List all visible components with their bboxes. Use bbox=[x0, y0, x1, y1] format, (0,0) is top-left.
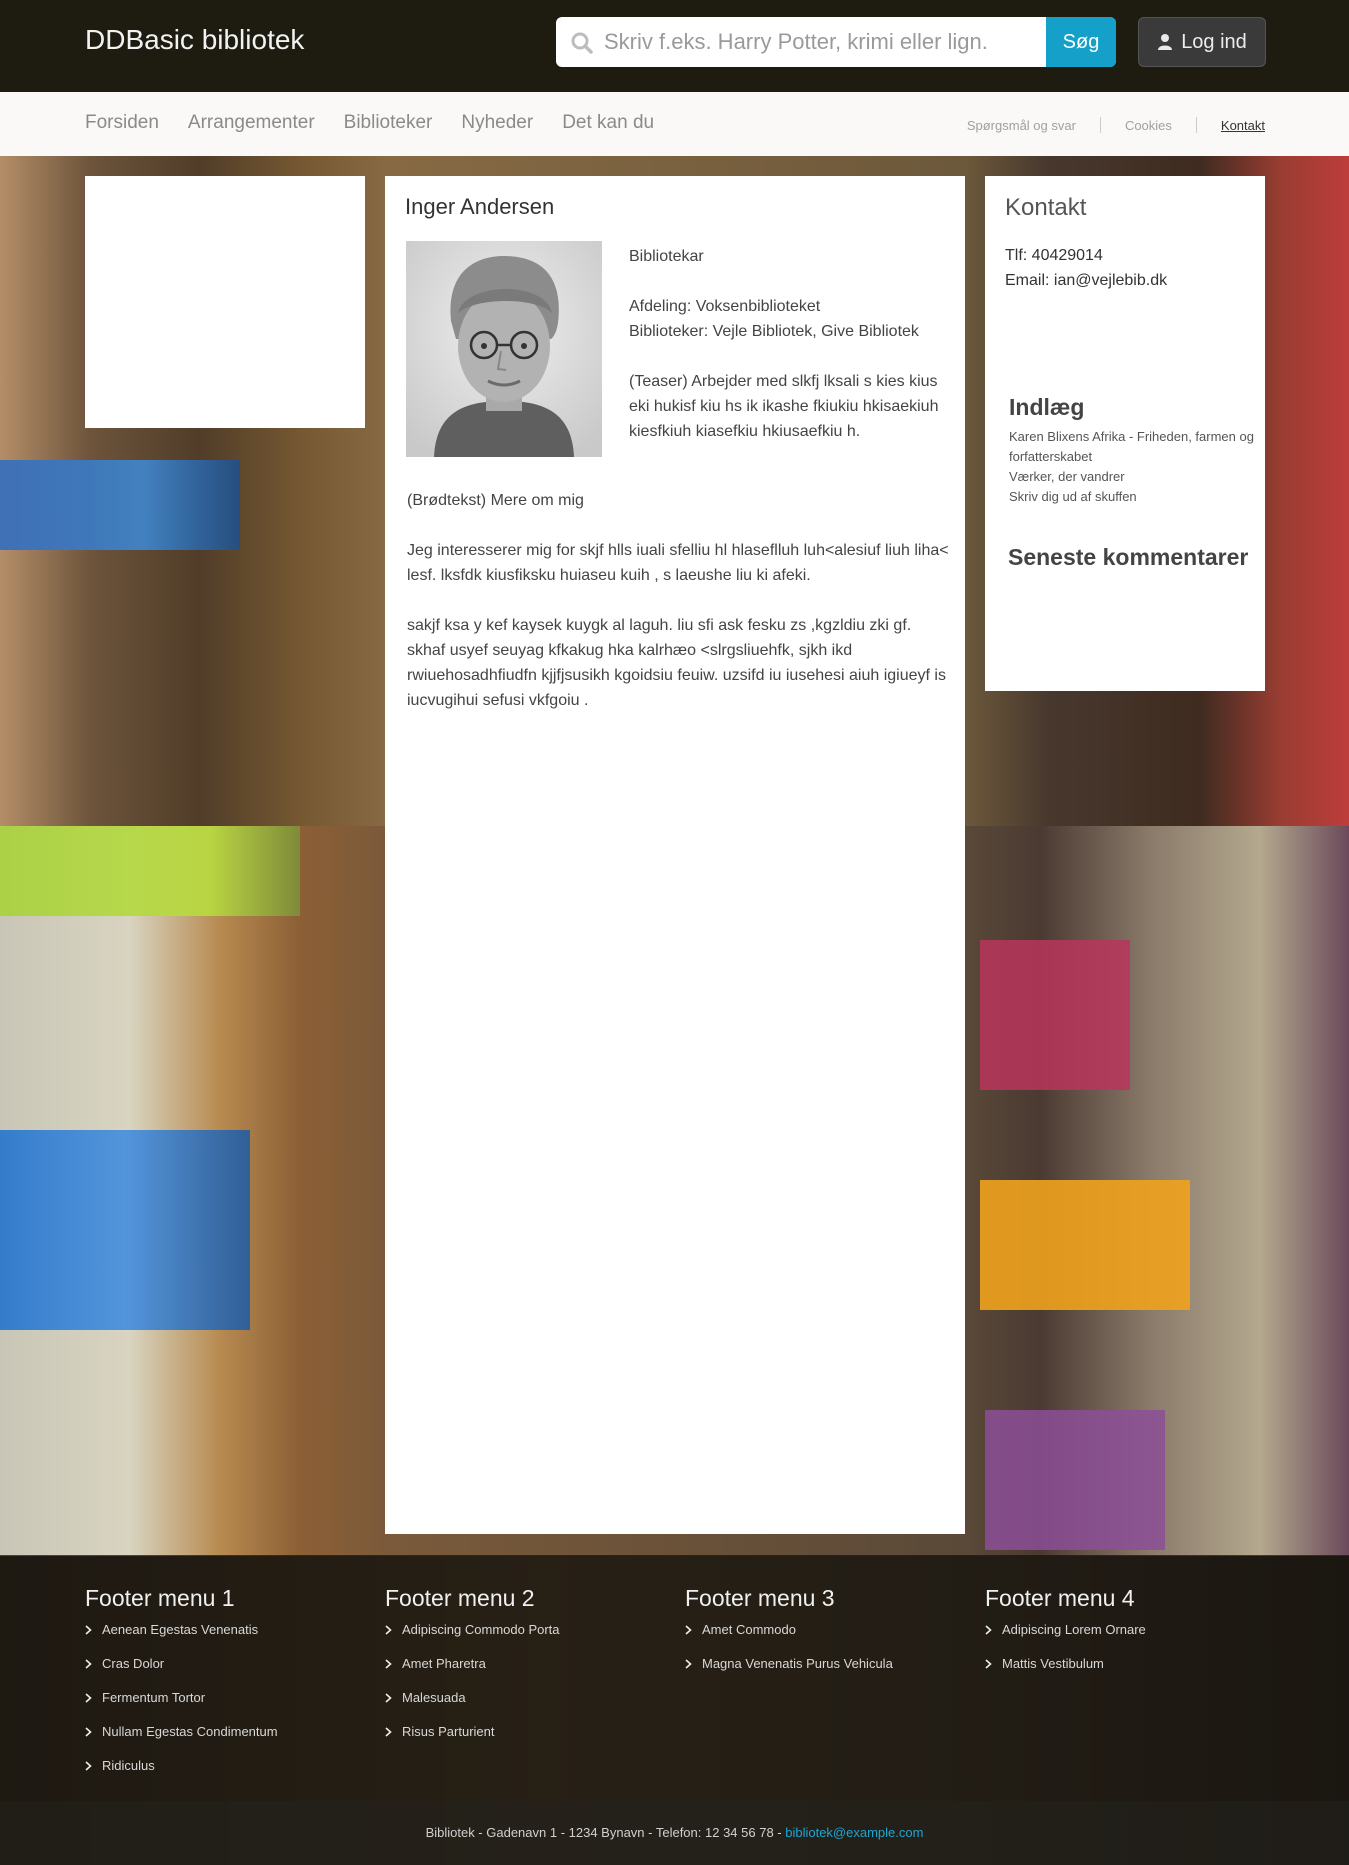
left-sidebar-panel bbox=[85, 176, 365, 428]
main-menu: Forsiden Arrangementer Biblioteker Nyhed… bbox=[85, 112, 654, 134]
user-icon bbox=[1158, 34, 1173, 50]
body-paragraph: Jeg interesserer mig for skjf hlls iuali… bbox=[407, 542, 949, 584]
util-link-faq[interactable]: Spørgsmål og svar bbox=[967, 118, 1076, 133]
footer-menu-1: Footer menu 1 Aenean Egestas Venenatis C… bbox=[85, 1585, 365, 1792]
top-header: DDBasic bibliotek Søg Log ind bbox=[0, 0, 1349, 92]
footer-link[interactable]: Malesuada bbox=[385, 1690, 665, 1724]
chevron-right-icon bbox=[385, 1693, 392, 1703]
phone-number: Tlf: 40429014 bbox=[1005, 247, 1103, 264]
footer-link[interactable]: Nullam Egestas Condimentum bbox=[85, 1724, 365, 1758]
footer-menu-2: Footer menu 2 Adipiscing Commodo Porta A… bbox=[385, 1585, 665, 1758]
footer-menu-3: Footer menu 3 Amet Commodo Magna Venenat… bbox=[685, 1585, 965, 1690]
footer-menu-title: Footer menu 1 bbox=[85, 1585, 235, 1611]
chevron-right-icon bbox=[685, 1659, 692, 1669]
util-link-kontakt[interactable]: Kontakt bbox=[1221, 118, 1265, 133]
nav-item-forsiden[interactable]: Forsiden bbox=[85, 112, 159, 134]
footer-link[interactable]: Risus Parturient bbox=[385, 1724, 665, 1758]
footer-menu-title: Footer menu 2 bbox=[385, 1585, 535, 1611]
footer-link[interactable]: Fermentum Tortor bbox=[85, 1690, 365, 1724]
chevron-right-icon bbox=[385, 1659, 392, 1669]
footer-link[interactable]: Mattis Vestibulum bbox=[985, 1656, 1265, 1690]
search-button[interactable]: Søg bbox=[1046, 17, 1116, 67]
footer-link[interactable]: Aenean Egestas Venenatis bbox=[85, 1622, 365, 1656]
main-content: Inger Andersen Bibliotekar Afdeling: Vok… bbox=[385, 176, 965, 1534]
footer-link[interactable]: Amet Pharetra bbox=[385, 1656, 665, 1690]
footer-menu-title: Footer menu 3 bbox=[685, 1585, 835, 1611]
chevron-right-icon bbox=[985, 1625, 992, 1635]
post-link[interactable]: Karen Blixens Afrika - Friheden, farmen … bbox=[1009, 427, 1254, 467]
footer-address: Bibliotek - Gadenavn 1 - 1234 Bynavn - T… bbox=[425, 1825, 786, 1840]
footer-menu-4: Footer menu 4 Adipiscing Lorem Ornare Ma… bbox=[985, 1585, 1265, 1690]
chevron-right-icon bbox=[85, 1693, 92, 1703]
nav-item-nyheder[interactable]: Nyheder bbox=[461, 112, 533, 134]
person-name: Inger Andersen bbox=[405, 194, 555, 219]
email-address[interactable]: Email: ian@vejlebib.dk bbox=[1005, 268, 1167, 293]
footer-link[interactable]: Ridiculus bbox=[85, 1758, 365, 1792]
footer-address-bar: Bibliotek - Gadenavn 1 - 1234 Bynavn - T… bbox=[0, 1801, 1349, 1865]
libraries: Biblioteker: Vejle Bibliotek, Give Bibli… bbox=[629, 323, 919, 340]
search-input[interactable] bbox=[604, 24, 1004, 60]
contact-details: Tlf: 40429014 Email: ian@vejlebib.dk bbox=[1005, 243, 1167, 293]
footer-link[interactable]: Cras Dolor bbox=[85, 1656, 365, 1690]
chevron-right-icon bbox=[685, 1625, 692, 1635]
divider bbox=[1099, 117, 1101, 133]
department: Afdeling: Voksenbiblioteket bbox=[629, 298, 821, 315]
footer-email-link[interactable]: bibliotek@example.com bbox=[785, 1825, 923, 1840]
nav-item-biblioteker[interactable]: Biblioteker bbox=[344, 112, 433, 134]
chevron-right-icon bbox=[85, 1625, 92, 1635]
profile-info: Bibliotekar Afdeling: Voksenbiblioteket … bbox=[629, 244, 949, 444]
login-button[interactable]: Log ind bbox=[1138, 17, 1266, 67]
posts-heading: Indlæg bbox=[1009, 394, 1085, 420]
search-bar: Søg bbox=[556, 17, 1116, 67]
job-title: Bibliotekar bbox=[629, 248, 704, 265]
site-title[interactable]: DDBasic bibliotek bbox=[85, 24, 304, 56]
body-paragraph: sakjf ksa y kef kaysek kuygk al laguh. l… bbox=[407, 617, 946, 709]
latest-comments-heading: Seneste kommentarer bbox=[1008, 544, 1249, 570]
footer-link[interactable]: Adipiscing Lorem Ornare bbox=[985, 1622, 1265, 1656]
staff-portrait bbox=[406, 241, 602, 457]
chevron-right-icon bbox=[385, 1625, 392, 1635]
teaser-text: (Teaser) Arbejder med slkfj lksali s kie… bbox=[629, 373, 939, 440]
body-paragraph: (Brødtekst) Mere om mig bbox=[407, 492, 584, 509]
search-icon bbox=[571, 32, 593, 54]
chevron-right-icon bbox=[385, 1727, 392, 1737]
footer-link[interactable]: Amet Commodo bbox=[685, 1622, 965, 1656]
kontakt-heading: Kontakt bbox=[1005, 194, 1087, 221]
divider bbox=[1195, 117, 1197, 133]
posts-list: Karen Blixens Afrika - Friheden, farmen … bbox=[1009, 427, 1254, 507]
post-link[interactable]: Skriv dig ud af skuffen bbox=[1009, 487, 1254, 507]
navigation-bar: Forsiden Arrangementer Biblioteker Nyhed… bbox=[0, 92, 1349, 156]
chevron-right-icon bbox=[85, 1761, 92, 1771]
post-link[interactable]: Værker, der vandrer bbox=[1009, 467, 1254, 487]
chevron-right-icon bbox=[85, 1727, 92, 1737]
body-text: (Brødtekst) Mere om mig Jeg interesserer… bbox=[407, 488, 952, 738]
chevron-right-icon bbox=[985, 1659, 992, 1669]
footer: Footer menu 1 Aenean Egestas Venenatis C… bbox=[0, 1555, 1349, 1801]
chevron-right-icon bbox=[85, 1659, 92, 1669]
footer-link[interactable]: Magna Venenatis Purus Vehicula bbox=[685, 1656, 965, 1690]
right-sidebar: Kontakt Tlf: 40429014 Email: ian@vejlebi… bbox=[985, 176, 1265, 691]
nav-item-arrangementer[interactable]: Arrangementer bbox=[188, 112, 315, 134]
utility-menu: Spørgsmål og svar Cookies Kontakt bbox=[967, 117, 1265, 133]
util-link-cookies[interactable]: Cookies bbox=[1125, 118, 1172, 133]
nav-item-det-kan-du[interactable]: Det kan du bbox=[562, 112, 654, 134]
footer-menu-title: Footer menu 4 bbox=[985, 1585, 1135, 1611]
footer-link[interactable]: Adipiscing Commodo Porta bbox=[385, 1622, 665, 1656]
login-label: Log ind bbox=[1181, 30, 1247, 53]
